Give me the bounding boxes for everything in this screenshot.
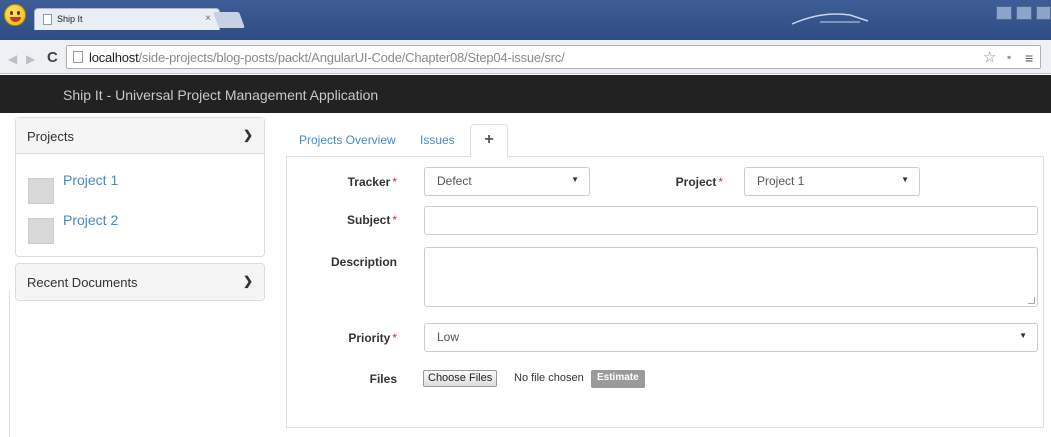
required-marker: * [718,175,723,189]
minimize-icon[interactable] [996,6,1012,20]
recent-documents-panel: Recent Documents ❯ [15,263,265,301]
required-marker: * [392,213,397,227]
priority-value: Low [437,330,460,344]
reload-icon[interactable]: C [47,49,58,66]
page-icon [73,51,83,63]
tab-issues[interactable]: Issues [420,133,455,147]
browser-tab[interactable]: Ship It × [34,8,220,30]
project-thumbnail [28,218,54,244]
forward-icon[interactable]: ▶ [26,52,35,66]
new-tab-button[interactable] [213,12,245,28]
project-thumbnail [28,178,54,204]
sidebar: Projects ❯ Project 1 Project 2 Recent Do… [15,117,265,307]
project-link[interactable]: Project 1 [63,172,118,188]
description-textarea[interactable] [424,247,1038,307]
project-item[interactable]: Project 1 [26,168,254,208]
content-tabs: Projects Overview Issues + [286,117,1044,158]
project-value: Project 1 [757,174,805,188]
projects-panel: Projects ❯ Project 1 Project 2 [15,117,265,257]
projects-list: Project 1 Project 2 [16,154,264,256]
page-favicon-icon [43,14,52,25]
required-marker: * [392,175,397,189]
browser-menu-icon[interactable]: ≡ [1025,50,1033,66]
tracker-select[interactable]: Defect ▼ [424,167,590,196]
recent-documents-title: Recent Documents [27,275,138,290]
estimate-button[interactable]: Estimate [591,370,645,388]
tab-new-issue[interactable]: + [470,124,508,158]
subject-label: Subject * [346,213,397,227]
url-host: localhost [89,50,139,65]
projects-panel-title: Projects [27,129,74,144]
dropdown-caret-icon: ▼ [901,175,909,184]
projects-panel-heading[interactable]: Projects ❯ [16,118,264,154]
file-status-text: No file chosen [514,372,584,384]
url-path: /side-projects/blog-posts/packt/AngularU… [138,50,565,65]
address-bar[interactable]: localhost/side-projects/blog-posts/packt… [66,45,1041,69]
new-issue-form: Tracker * Defect ▼ Project * Project 1 ▼ S… [286,157,1044,428]
tab-title: Ship It [57,14,83,24]
tracker-label: Tracker * [347,175,397,189]
choose-files-button[interactable]: Choose Files [423,370,498,387]
main-content: Projects Overview Issues + Tracker * Defe… [286,117,1044,428]
app-navbar: Ship It - Universal Project Management A… [0,75,1051,113]
theme-car-icon [791,13,869,25]
subject-input[interactable] [424,206,1038,235]
dropdown-caret-icon: ▼ [571,175,579,184]
project-item[interactable]: Project 2 [26,208,254,248]
tracker-value: Defect [437,174,472,188]
bookmark-star-icon[interactable]: ☆ [983,48,996,66]
back-icon[interactable]: ◀ [8,52,17,66]
profile-avatar-icon[interactable] [4,4,26,26]
app-brand[interactable]: Ship It - Universal Project Management A… [63,87,378,103]
priority-label: Priority * [348,331,397,345]
browser-toolbar: ◀ ▶ C localhost/side-projects/blog-posts… [0,40,1051,74]
priority-select[interactable]: Low ▼ [424,323,1038,352]
tab-projects-overview[interactable]: Projects Overview [299,133,396,147]
files-label: Files [369,372,397,386]
maximize-icon[interactable] [1016,6,1032,20]
sidebar-divider [9,290,10,437]
chevron-down-icon[interactable]: ❯ [243,128,253,142]
recent-documents-heading[interactable]: Recent Documents ❯ [16,264,264,300]
project-label: Project * [675,175,723,189]
browser-titlebar: Ship It × [0,0,1051,40]
resize-grip-icon[interactable] [1028,297,1035,304]
project-link[interactable]: Project 2 [63,212,118,228]
close-window-icon[interactable] [1036,6,1051,20]
project-select[interactable]: Project 1 ▼ [744,167,920,196]
tab-close-icon[interactable]: × [205,13,211,24]
required-marker: * [392,331,397,345]
dropdown-caret-icon: ▼ [1019,331,1027,340]
url-text: localhost/side-projects/blog-posts/packt… [89,50,565,65]
description-label: Description [330,255,397,269]
extension-icon[interactable]: ▪ [1007,50,1011,64]
chevron-right-icon[interactable]: ❯ [243,274,253,288]
